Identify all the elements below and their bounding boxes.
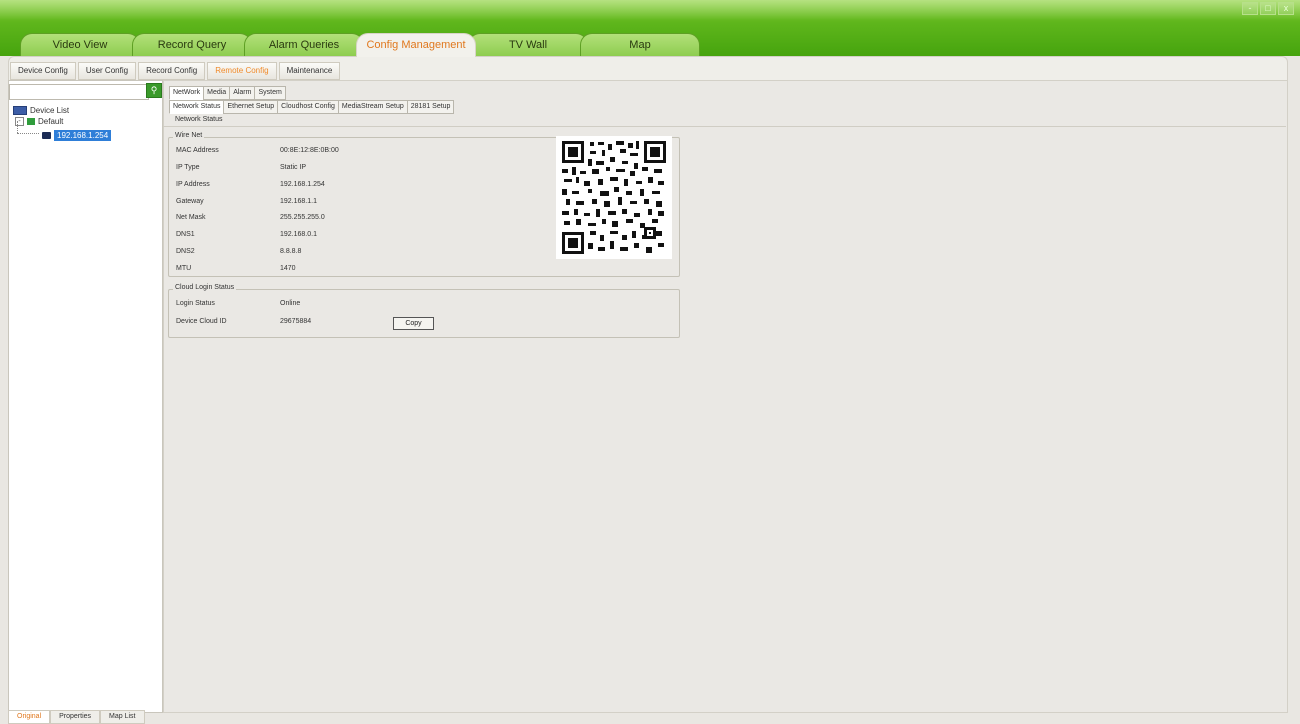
dns1-label: DNS1 [176, 231, 195, 238]
tab-ethernet-setup[interactable]: Ethernet Setup [223, 100, 279, 114]
config-category-tabs: NetWork Media Alarm System [169, 86, 286, 100]
tab-map[interactable]: Map [580, 33, 700, 57]
page-title: Network Status [175, 116, 223, 123]
tab-record-query[interactable]: Record Query [132, 33, 252, 57]
login-status-label: Login Status [176, 300, 215, 307]
mac-address-value: 00:8E:12:8E:0B:00 [280, 147, 339, 154]
tab-device-config[interactable]: Device Config [10, 62, 76, 80]
window-controls: - □ x [1242, 2, 1294, 15]
tree-connector [17, 121, 19, 133]
tree-connector [17, 133, 39, 135]
tab-tv-wall[interactable]: TV Wall [468, 33, 588, 57]
tab-mediastream-setup[interactable]: MediaStream Setup [337, 100, 408, 114]
tab-record-config[interactable]: Record Config [138, 62, 206, 80]
search-icon: ⚲ [150, 85, 158, 95]
network-tabs: Network Status Ethernet Setup Cloudhost … [169, 100, 455, 114]
login-status-value: Online [280, 300, 301, 307]
dns2-label: DNS2 [176, 248, 195, 255]
minimize-button[interactable]: - [1242, 2, 1258, 15]
tab-28181-setup[interactable]: 28181 Setup [406, 100, 455, 114]
cloud-status-group [168, 289, 680, 338]
tab-alarm[interactable]: Alarm [229, 86, 256, 100]
cloud-id-value: 29675884 [280, 318, 312, 325]
divider [163, 126, 1286, 127]
mtu-value: 1470 [280, 265, 296, 272]
net-mask-value: 255.255.255.0 [280, 214, 325, 221]
config-sub-tabs: Device Config User Config Record Config … [10, 62, 341, 80]
ip-address-value: 192.168.1.254 [280, 181, 325, 188]
tab-system[interactable]: System [254, 86, 286, 100]
group-icon [27, 118, 35, 125]
tab-alarm-queries[interactable]: Alarm Queries [244, 33, 364, 57]
tab-video-view[interactable]: Video View [20, 33, 140, 57]
close-button[interactable]: x [1278, 2, 1294, 15]
wire-net-title: Wire Net [173, 132, 205, 139]
ip-address-label: IP Address [176, 181, 210, 188]
maximize-button[interactable]: □ [1260, 2, 1276, 15]
copy-button[interactable]: Copy [393, 317, 434, 330]
tab-maintenance[interactable]: Maintenance [278, 62, 341, 80]
tab-remote-config[interactable]: Remote Config [207, 62, 277, 80]
tab-user-config[interactable]: User Config [77, 62, 137, 80]
tree-group-label: Default [38, 117, 64, 126]
ip-type-value: Static IP [280, 164, 307, 171]
gateway-label: Gateway [176, 198, 204, 205]
tab-config-management[interactable]: Config Management [356, 33, 476, 57]
cloud-id-label: Device Cloud ID [176, 318, 227, 325]
tree-root-label: Device List [30, 106, 70, 115]
tab-media[interactable]: Media [203, 86, 231, 100]
net-mask-label: Net Mask [176, 214, 206, 221]
mtu-label: MTU [176, 265, 192, 272]
tree-device-label: 192.168.1.254 [54, 130, 112, 141]
tree-device-list[interactable]: Device List [13, 106, 69, 115]
tree-device-item[interactable]: 192.168.1.254 [42, 130, 112, 141]
qr-code [556, 136, 672, 259]
dns1-value: 192.168.0.1 [280, 231, 317, 238]
cloud-status-title: Cloud Login Status [173, 284, 237, 291]
tree-group-default[interactable]: - Default [15, 117, 63, 126]
device-list-icon [13, 106, 27, 115]
dns2-value: 8.8.8.8 [280, 248, 302, 255]
tab-network[interactable]: NetWork [169, 86, 205, 100]
tab-network-status[interactable]: Network Status [169, 100, 225, 114]
main-tab-bar: Video View Record Query Alarm Queries Co… [20, 33, 700, 57]
mac-address-label: MAC Address [176, 147, 219, 154]
ip-type-label: IP Type [176, 164, 200, 171]
search-button[interactable]: ⚲ [146, 83, 162, 98]
camera-icon [42, 132, 51, 139]
tab-cloudhost-config[interactable]: Cloudhost Config [277, 100, 339, 114]
device-tree-panel [8, 80, 163, 713]
gateway-value: 192.168.1.1 [280, 198, 317, 205]
search-input[interactable] [9, 84, 149, 100]
